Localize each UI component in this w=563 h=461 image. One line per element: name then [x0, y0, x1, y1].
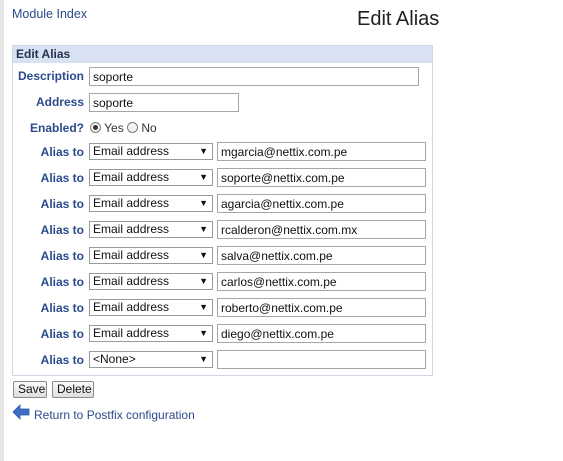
dropdown-arrow-icon: ▼ [199, 302, 208, 312]
alias-type-select[interactable]: Email address ▼ [89, 325, 213, 342]
alias-to-label: Alias to [40, 353, 84, 367]
alias-address-input[interactable] [217, 220, 426, 239]
alias-to-label: Alias to [40, 171, 84, 185]
description-label: Description [17, 69, 84, 83]
alias-address-input[interactable] [217, 142, 426, 161]
enabled-yes-label: Yes [104, 121, 124, 135]
enabled-no-label: No [141, 121, 157, 135]
dropdown-arrow-icon: ▼ [199, 146, 208, 156]
alias-address-input[interactable] [217, 350, 426, 369]
dropdown-arrow-icon: ▼ [199, 328, 208, 338]
description-input[interactable] [89, 67, 419, 86]
alias-address-input[interactable] [217, 272, 426, 291]
alias-type-select[interactable]: Email address ▼ [89, 299, 213, 316]
alias-address-input[interactable] [217, 194, 426, 213]
alias-type-select[interactable]: Email address ▼ [89, 195, 213, 212]
alias-type-select[interactable]: Email address ▼ [89, 221, 213, 238]
delete-button[interactable]: Delete [52, 381, 94, 398]
enabled-yes-radio[interactable] [90, 122, 101, 133]
dropdown-arrow-icon: ▼ [199, 250, 208, 260]
alias-to-label: Alias to [40, 327, 84, 341]
page-title: Edit Alias [357, 8, 440, 30]
alias-type-select[interactable]: <None> ▼ [89, 351, 213, 368]
alias-address-input[interactable] [217, 168, 426, 187]
alias-to-label: Alias to [40, 223, 84, 237]
alias-address-input[interactable] [217, 246, 426, 265]
save-button[interactable]: Save [13, 381, 47, 398]
back-arrow-icon[interactable] [12, 404, 30, 420]
address-input[interactable] [89, 93, 239, 112]
alias-type-select[interactable]: Email address ▼ [89, 247, 213, 264]
dropdown-arrow-icon: ▼ [199, 172, 208, 182]
alias-type-select[interactable]: Email address ▼ [89, 143, 213, 160]
enabled-radio-group: Yes No [90, 121, 157, 135]
alias-to-label: Alias to [40, 197, 84, 211]
dropdown-arrow-icon: ▼ [199, 224, 208, 234]
left-border [0, 0, 4, 461]
alias-address-input[interactable] [217, 324, 426, 343]
alias-to-label: Alias to [40, 275, 84, 289]
alias-type-select[interactable]: Email address ▼ [89, 169, 213, 186]
dropdown-arrow-icon: ▼ [199, 198, 208, 208]
edit-alias-panel: Edit Alias Description Address Enabled? … [12, 45, 433, 376]
panel-header: Edit Alias [13, 46, 432, 63]
enabled-no-radio[interactable] [127, 122, 139, 133]
alias-to-label: Alias to [40, 145, 84, 159]
dropdown-arrow-icon: ▼ [199, 276, 208, 286]
module-index-link[interactable]: Module Index [12, 7, 87, 21]
return-to-postfix-link[interactable]: Return to Postfix configuration [34, 408, 195, 422]
alias-to-label: Alias to [40, 301, 84, 315]
address-label: Address [35, 95, 84, 109]
alias-address-input[interactable] [217, 298, 426, 317]
alias-to-label: Alias to [40, 249, 84, 263]
dropdown-arrow-icon: ▼ [199, 354, 208, 364]
alias-type-select[interactable]: Email address ▼ [89, 273, 213, 290]
enabled-label: Enabled? [29, 121, 84, 135]
